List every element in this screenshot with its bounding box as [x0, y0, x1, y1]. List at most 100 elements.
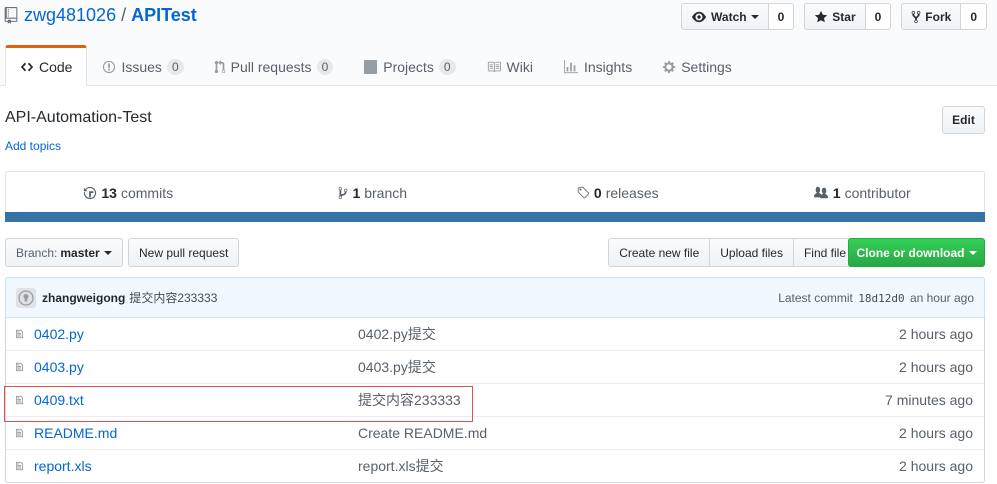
tab-code-label: Code: [39, 58, 73, 75]
commits-count: 13: [101, 184, 117, 201]
file-name-link[interactable]: 0409.txt: [34, 392, 358, 408]
latest-commit-prefix: Latest commit: [778, 290, 853, 305]
eye-icon: [692, 11, 707, 22]
commits-link[interactable]: 13 commits: [6, 172, 251, 213]
contributors-count: 1: [832, 184, 841, 201]
tab-pull-requests-label: Pull requests: [230, 58, 312, 75]
releases-label: releases: [605, 184, 659, 201]
file-icon: [6, 425, 23, 441]
watch-count[interactable]: 0: [768, 3, 795, 30]
contributors-link[interactable]: 1 contributor: [740, 172, 985, 213]
watch-button[interactable]: Watch: [681, 3, 769, 30]
tab-projects[interactable]: Projects 0: [348, 45, 470, 86]
star-label: Star: [832, 9, 856, 24]
pull-request-icon: [214, 59, 225, 73]
tab-insights[interactable]: Insights: [548, 45, 647, 86]
file-list: 0402.py 0402.py提交 2 hours ago 0403.py 04…: [5, 317, 985, 483]
github-avatar-icon: [18, 289, 34, 306]
file-name-link[interactable]: 0403.py: [34, 359, 358, 375]
branch-select-button[interactable]: Branch: master: [5, 238, 123, 267]
commits-label: commits: [120, 184, 174, 201]
tab-settings[interactable]: Settings: [647, 45, 747, 86]
table-row: report.xls report.xls提交 2 hours ago: [6, 449, 984, 482]
file-actions-group: Create new file Upload files Find file: [608, 238, 857, 267]
branch-count: 1: [352, 184, 361, 201]
file-name-link[interactable]: README.md: [34, 425, 358, 441]
branch-link[interactable]: 1 branch: [251, 172, 496, 213]
avatar[interactable]: [16, 287, 36, 308]
repo-name-link[interactable]: APITest: [131, 5, 197, 26]
star-group: Star 0: [804, 3, 892, 30]
fork-button[interactable]: Fork: [901, 3, 962, 30]
releases-link[interactable]: 0 releases: [495, 172, 740, 213]
projects-counter: 0: [438, 58, 456, 75]
repo-actions: Watch 0 Star 0 Fork 0: [681, 3, 987, 30]
file-age: 2 hours ago: [899, 325, 973, 342]
file-commit-message-link[interactable]: Create README.md: [358, 425, 758, 441]
tab-issues[interactable]: Issues 0: [87, 45, 198, 86]
add-topics-link[interactable]: Add topics: [5, 139, 61, 153]
file-commit-message-link[interactable]: 0403.py提交: [358, 357, 758, 377]
table-row: 0403.py 0403.py提交 2 hours ago: [6, 350, 984, 383]
language-bar[interactable]: [5, 212, 985, 222]
file-commit-message-link[interactable]: report.xls提交: [358, 456, 758, 476]
tab-pull-requests[interactable]: Pull requests 0: [199, 45, 349, 86]
branch-name: master: [60, 245, 100, 260]
star-button[interactable]: Star: [804, 3, 866, 30]
file-icon: [6, 326, 23, 342]
book-icon: [487, 61, 501, 72]
tab-wiki-label: Wiki: [506, 58, 533, 75]
create-new-file-button[interactable]: Create new file: [608, 238, 711, 267]
chevron-down-icon: [750, 14, 759, 19]
contributors-label: contributor: [844, 184, 911, 201]
tab-code[interactable]: Code: [5, 45, 88, 86]
clone-or-download-button[interactable]: Clone or download: [848, 238, 985, 267]
table-row: README.md Create README.md 2 hours ago: [6, 416, 984, 449]
tab-wiki[interactable]: Wiki: [471, 45, 548, 86]
star-icon: [815, 10, 828, 22]
file-icon: [6, 392, 23, 408]
commit-sha-link[interactable]: 18d12d0: [858, 292, 904, 305]
fork-count[interactable]: 0: [961, 3, 987, 30]
table-row: 0409.txt 提交内容233333 7 minutes ago: [6, 383, 984, 416]
issue-icon: [103, 60, 116, 73]
commit-message-link[interactable]: 提交内容233333: [129, 289, 217, 306]
star-count[interactable]: 0: [865, 3, 892, 30]
file-commit-message-link[interactable]: 0402.py提交: [358, 324, 758, 344]
watch-group: Watch 0: [681, 3, 795, 30]
repo-owner-link[interactable]: zwg481026: [24, 5, 116, 26]
repo-header: zwg481026 / APITest Watch 0 Star 0 Fork: [0, 0, 997, 86]
graph-icon: [563, 59, 578, 73]
branch-icon: [339, 186, 348, 199]
history-icon: [84, 186, 97, 199]
upload-files-button[interactable]: Upload files: [709, 238, 794, 267]
commit-author-link[interactable]: zhangweigong: [42, 291, 125, 305]
latest-commit-bar: zhangweigong 提交内容233333 Latest commit 18…: [5, 277, 985, 318]
code-icon: [20, 62, 34, 71]
edit-description-button[interactable]: Edit: [942, 106, 985, 134]
pull-requests-counter: 0: [316, 58, 334, 75]
fork-group: Fork 0: [901, 3, 987, 30]
file-name-link[interactable]: report.xls: [34, 458, 358, 474]
file-icon: [6, 359, 23, 375]
watch-label: Watch: [711, 9, 747, 24]
repo-summary: 13 commits 1 branch 0 releases 1 contrib…: [5, 171, 985, 222]
file-navigation: Branch: master New pull request Create n…: [5, 238, 985, 267]
fork-label: Fork: [925, 9, 952, 24]
tab-projects-label: Projects: [383, 58, 434, 75]
repo-description: API-Automation-Test: [5, 109, 152, 126]
people-icon: [813, 186, 828, 198]
chevron-down-icon: [968, 250, 977, 255]
file-age: 2 hours ago: [899, 425, 973, 441]
repo-title: zwg481026 / APITest: [4, 5, 197, 26]
file-age: 2 hours ago: [899, 458, 973, 474]
repo-icon: [4, 7, 18, 24]
file-commit-message-link[interactable]: 提交内容233333: [358, 390, 758, 410]
new-pull-request-button[interactable]: New pull request: [128, 238, 240, 267]
tab-insights-label: Insights: [583, 58, 633, 75]
repo-separator: /: [121, 5, 127, 25]
file-name-link[interactable]: 0402.py: [34, 326, 358, 342]
releases-count: 0: [593, 184, 602, 201]
fork-icon: [911, 10, 921, 23]
repo-nav: Code Issues 0 Pull requests 0 Projects 0…: [5, 45, 747, 86]
